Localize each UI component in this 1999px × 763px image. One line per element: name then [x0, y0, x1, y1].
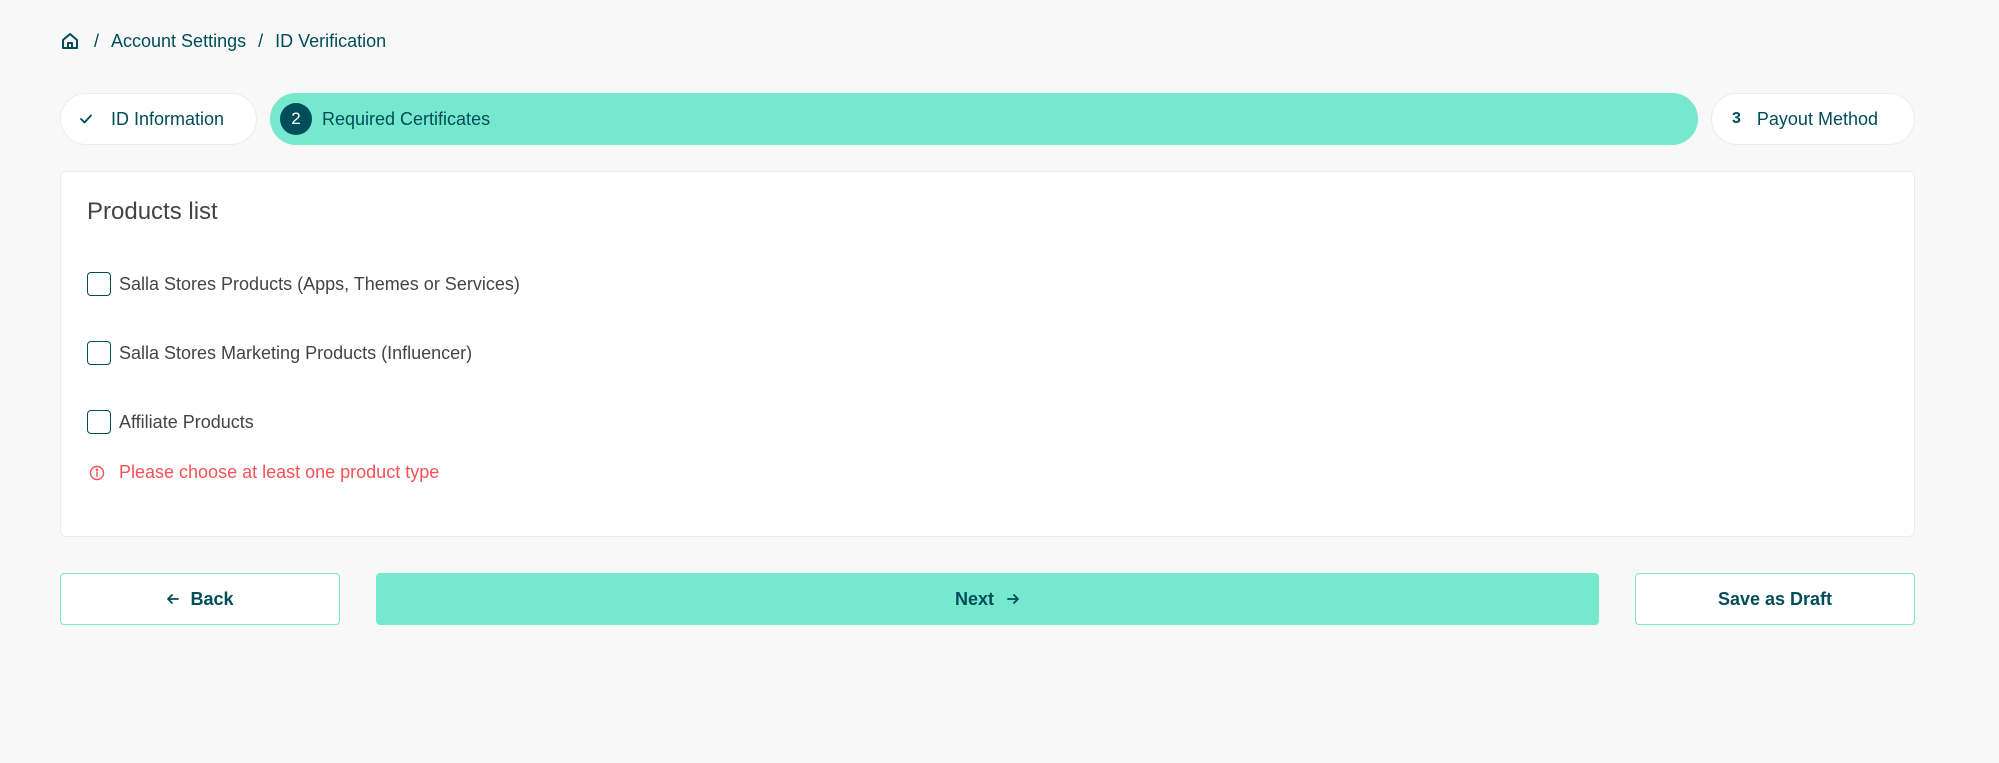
breadcrumb-separator: /	[258, 30, 264, 51]
save-draft-label: Save as Draft	[1717, 588, 1833, 609]
products-card: Products list Salla Stores Products (App…	[60, 171, 1915, 537]
breadcrumb-separator: /	[94, 30, 100, 51]
step-id-information[interactable]: ID Information	[60, 93, 257, 145]
breadcrumb-account-settings[interactable]: Account Settings	[111, 31, 246, 52]
page: / Account Settings / ID Verification ID …	[0, 0, 1999, 763]
checkbox[interactable]	[87, 341, 111, 365]
stepper: ID Information 2 Required Certificates 3…	[60, 93, 1915, 145]
step-required-certificates[interactable]: 2 Required Certificates	[270, 93, 1698, 145]
save-draft-button[interactable]: Save as Draft	[1635, 573, 1915, 625]
error-text: Please choose at least one product type	[119, 462, 440, 482]
step-number: 2	[280, 103, 312, 135]
error-message: Please choose at least one product type	[89, 462, 439, 483]
check-icon	[79, 111, 95, 127]
breadcrumb: / Account Settings / ID Verification	[60, 30, 386, 52]
home-icon[interactable]	[60, 30, 82, 52]
step-label: Required Certificates	[322, 108, 491, 129]
arrow-left-icon	[166, 592, 180, 606]
info-icon	[89, 465, 105, 481]
next-label: Next	[954, 588, 994, 609]
back-button[interactable]: Back	[60, 573, 340, 625]
option-label: Salla Stores Products (Apps, Themes or S…	[119, 273, 520, 294]
breadcrumb-id-verification[interactable]: ID Verification	[275, 31, 386, 52]
checkbox[interactable]	[87, 272, 111, 296]
step-payout-method[interactable]: 3 Payout Method	[1711, 93, 1915, 145]
arrow-right-icon	[1006, 592, 1020, 606]
option-affiliate-products[interactable]: Affiliate Products	[87, 410, 254, 434]
step-number: 3	[1732, 110, 1741, 127]
option-marketing-products[interactable]: Salla Stores Marketing Products (Influen…	[87, 341, 472, 365]
next-button[interactable]: Next	[376, 573, 1599, 625]
card-title: Products list	[87, 198, 218, 225]
option-salla-stores-products[interactable]: Salla Stores Products (Apps, Themes or S…	[87, 272, 520, 296]
option-label: Salla Stores Marketing Products (Influen…	[119, 342, 473, 363]
step-label: ID Information	[111, 108, 225, 129]
checkbox[interactable]	[87, 410, 111, 434]
option-label: Affiliate Products	[119, 411, 254, 432]
step-label: Payout Method	[1756, 108, 1878, 129]
back-label: Back	[190, 588, 234, 609]
